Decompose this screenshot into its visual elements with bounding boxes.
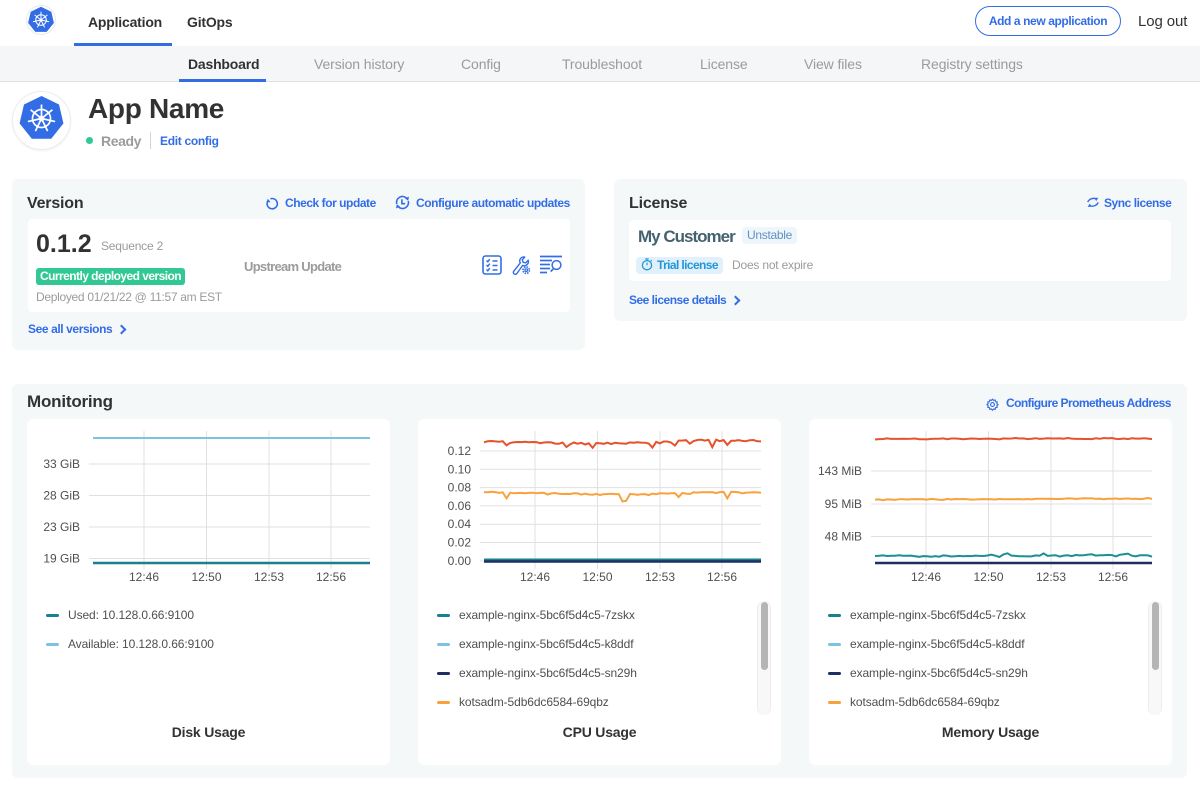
svg-text:0.12: 0.12 xyxy=(448,444,472,458)
svg-text:23 GiB: 23 GiB xyxy=(43,520,80,534)
svg-text:12:46: 12:46 xyxy=(911,570,941,584)
svg-text:12:56: 12:56 xyxy=(707,570,737,584)
svg-text:19 GiB: 19 GiB xyxy=(43,552,80,566)
svg-text:12:56: 12:56 xyxy=(1098,570,1128,584)
svg-text:12:53: 12:53 xyxy=(254,570,284,584)
svg-text:0.02: 0.02 xyxy=(448,536,472,550)
svg-text:143 MiB: 143 MiB xyxy=(818,464,862,478)
svg-text:12:46: 12:46 xyxy=(520,570,550,584)
svg-text:0.06: 0.06 xyxy=(448,499,472,513)
svg-text:33 GiB: 33 GiB xyxy=(43,457,80,471)
svg-text:0.08: 0.08 xyxy=(448,481,472,495)
svg-text:12:53: 12:53 xyxy=(1036,570,1066,584)
svg-text:28 GiB: 28 GiB xyxy=(43,489,80,503)
svg-text:12:46: 12:46 xyxy=(129,570,159,584)
svg-text:0.00: 0.00 xyxy=(448,554,472,568)
svg-text:0.10: 0.10 xyxy=(448,462,472,476)
svg-text:12:50: 12:50 xyxy=(973,570,1003,584)
svg-text:12:53: 12:53 xyxy=(645,570,675,584)
svg-text:12:50: 12:50 xyxy=(582,570,612,584)
svg-text:48 MiB: 48 MiB xyxy=(825,530,862,544)
svg-text:12:50: 12:50 xyxy=(191,570,221,584)
svg-text:12:56: 12:56 xyxy=(316,570,346,584)
svg-text:95 MiB: 95 MiB xyxy=(825,497,862,511)
svg-text:0.04: 0.04 xyxy=(448,517,472,531)
